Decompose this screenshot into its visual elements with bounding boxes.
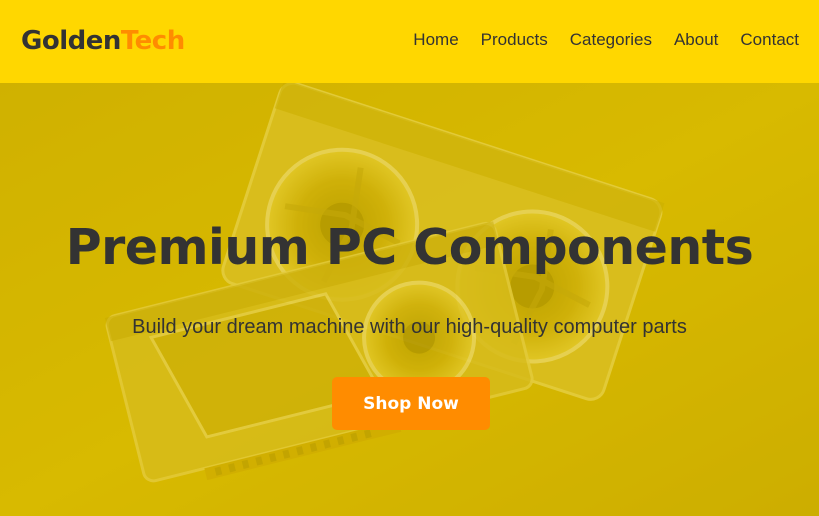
logo-text-accent: Tech: [120, 25, 185, 56]
hero-content: Premium PC Components Build your dream m…: [0, 83, 819, 516]
nav-link-contact[interactable]: Contact: [740, 30, 799, 50]
logo-text-primary: Golden: [21, 25, 121, 56]
hero-subtitle: Build your dream machine with our high-q…: [132, 316, 687, 338]
nav-link-about[interactable]: About: [674, 30, 718, 50]
nav-link-home[interactable]: Home: [413, 30, 458, 50]
hero-title: Premium PC Components: [65, 219, 754, 276]
nav-link-categories[interactable]: Categories: [570, 30, 652, 50]
nav-link-products[interactable]: Products: [481, 30, 548, 50]
hero-section: Premium PC Components Build your dream m…: [0, 83, 819, 516]
shop-now-button[interactable]: Shop Now: [332, 377, 490, 430]
logo[interactable]: GoldenTech: [21, 26, 185, 56]
navbar: GoldenTech Home Products Categories Abou…: [0, 0, 819, 83]
nav-menu: Home Products Categories About Contact: [413, 30, 799, 50]
